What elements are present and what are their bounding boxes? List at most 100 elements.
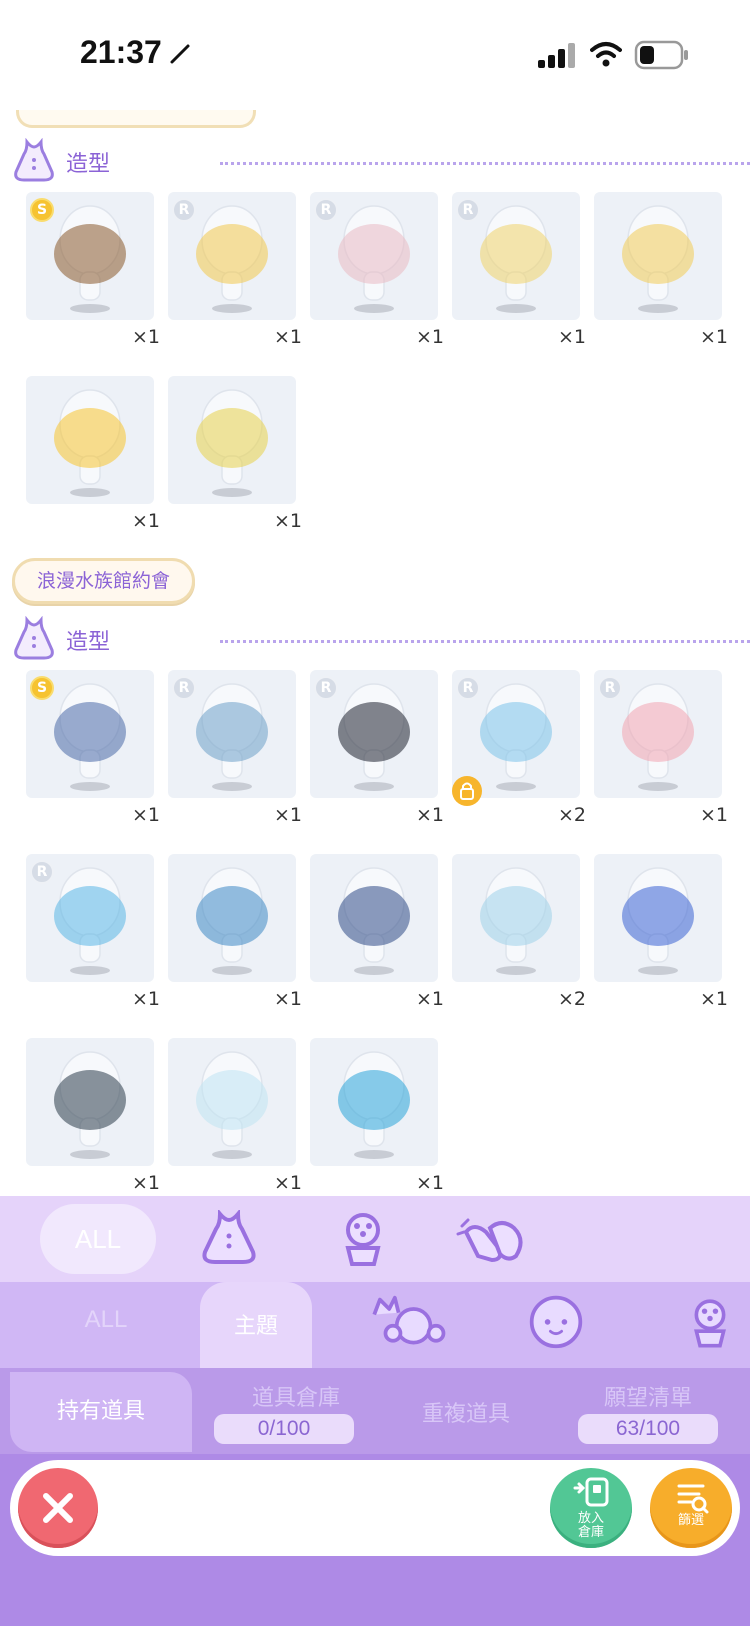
- hair-icon[interactable]: [366, 1294, 448, 1352]
- rarity-badge: R: [30, 860, 54, 884]
- item-count: ×1: [131, 988, 160, 1010]
- item-card-blue-boots[interactable]: ×1: [594, 854, 728, 1014]
- filter-list-icon: [677, 1484, 709, 1514]
- item-thumbnail: [26, 1038, 154, 1166]
- theme-tag: 浪漫水族館約會: [12, 558, 196, 604]
- item-card-blue-gradient-hair[interactable]: S ×1: [26, 670, 160, 830]
- item-count: ×1: [273, 804, 302, 826]
- item-card-penguin-group[interactable]: ×1: [26, 1038, 160, 1196]
- item-count: ×1: [415, 326, 444, 348]
- category-all-button[interactable]: ALL: [40, 1204, 156, 1274]
- sub-category-row: ALL: [0, 1282, 750, 1368]
- dress-icon: [14, 138, 54, 182]
- store-button-label-1: 放入: [577, 1511, 604, 1526]
- item-card-yellow-bird[interactable]: ×1: [26, 376, 160, 536]
- item-card-flower-vine-crown[interactable]: ×1: [168, 376, 302, 536]
- hands-icon[interactable]: [456, 1210, 532, 1268]
- item-count: ×1: [415, 1172, 444, 1194]
- tab-theme[interactable]: 主題: [200, 1308, 312, 1340]
- item-card-seal-hat[interactable]: ×1: [168, 1038, 302, 1196]
- face-icon[interactable]: [520, 1292, 592, 1350]
- section-title: 造型: [66, 152, 111, 177]
- dotted-divider: [220, 162, 750, 165]
- item-shadow: [212, 966, 252, 975]
- potted-flower-icon[interactable]: [680, 1294, 740, 1352]
- section-title: 造型: [66, 630, 111, 655]
- item-thumbnail: [310, 1038, 438, 1166]
- item-count: ×1: [273, 1172, 302, 1194]
- item-thumbnail: [310, 854, 438, 982]
- rarity-badge: S: [30, 198, 54, 222]
- bottom-panel: ALL ALL 主題 持有道具 道具倉庫 0/100 重複道具 願望清單 63/…: [0, 1196, 750, 1626]
- item-card-heart-earrings[interactable]: R ×1: [452, 192, 586, 352]
- item-card-blush-face[interactable]: R ×1: [310, 192, 444, 352]
- item-shadow: [496, 304, 536, 313]
- filter-button[interactable]: 篩選: [650, 1468, 732, 1548]
- item-card-brown-wavy-hair[interactable]: S ×1: [26, 192, 160, 352]
- store-in-warehouse-button[interactable]: 放入 倉庫: [550, 1468, 632, 1548]
- item-card-shell-earrings[interactable]: ×2: [452, 854, 586, 1014]
- item-thumbnail: [594, 192, 722, 320]
- item-shadow: [354, 966, 394, 975]
- dress-icon[interactable]: [196, 1210, 262, 1268]
- item-card-orca-outfit[interactable]: ×1: [310, 854, 444, 1014]
- rarity-badge: R: [172, 676, 196, 700]
- mannequin-figure: [54, 1051, 126, 1147]
- mannequin-figure: [54, 389, 126, 485]
- item-shadow: [70, 1150, 110, 1159]
- item-card-orca-plush[interactable]: R ×1: [310, 670, 444, 830]
- tab-warehouse[interactable]: 道具倉庫: [226, 1380, 366, 1412]
- item-shadow: [70, 304, 110, 313]
- wishlist-count: 63/100: [578, 1414, 718, 1444]
- warehouse-count: 0/100: [214, 1414, 354, 1444]
- item-card-blonde-bow-pigtails[interactable]: R ×1: [168, 192, 302, 352]
- rarity-badge: R: [456, 198, 480, 222]
- item-count: ×1: [131, 804, 160, 826]
- item-count: ×1: [273, 510, 302, 532]
- item-count: ×1: [131, 1172, 160, 1194]
- close-icon: [43, 1493, 73, 1523]
- item-shadow: [70, 966, 110, 975]
- item-thumbnail: [452, 854, 580, 982]
- mannequin-figure: [338, 867, 410, 963]
- item-shadow: [70, 782, 110, 791]
- tab-owned-items[interactable]: 持有道具: [10, 1372, 192, 1452]
- pencil-icon: [170, 44, 190, 64]
- item-shadow: [212, 1150, 252, 1159]
- item-shadow: [496, 782, 536, 791]
- close-button[interactable]: [18, 1468, 98, 1548]
- item-card-blue-lace-dress[interactable]: R ×2: [452, 670, 586, 830]
- dress-icon: [14, 616, 54, 660]
- item-thumbnail: [168, 1038, 296, 1166]
- mannequin-figure: [480, 867, 552, 963]
- item-shadow: [496, 966, 536, 975]
- item-count: ×1: [131, 326, 160, 348]
- item-shadow: [638, 782, 678, 791]
- item-thumbnail: [594, 854, 722, 982]
- item-shadow: [638, 304, 678, 313]
- item-list[interactable]: 造型 浪漫水族館約會 造型 S ×1 R ×1 R ×1 R ×1 ×1 ×1 ×1 S ×1 R ×1 R ×…: [0, 0, 750, 1196]
- item-card-yellow-shoes-socks[interactable]: ×1: [594, 192, 728, 352]
- category-row: ALL: [0, 1196, 750, 1282]
- battery-icon: [634, 40, 688, 70]
- item-card-water-ripple[interactable]: ×1: [310, 1038, 444, 1196]
- item-shadow: [212, 782, 252, 791]
- item-card-blue-eyes[interactable]: R ×1: [168, 670, 302, 830]
- wifi-icon: [590, 42, 622, 67]
- rarity-badge: R: [598, 676, 622, 700]
- item-card-blue-scarf[interactable]: ×1: [168, 854, 302, 1014]
- item-shadow: [70, 488, 110, 497]
- potted-flower-icon[interactable]: [330, 1210, 396, 1268]
- tab-wishlist[interactable]: 願望清單: [578, 1380, 718, 1412]
- mannequin-figure: [338, 1051, 410, 1147]
- item-count: ×1: [699, 326, 728, 348]
- item-count: ×2: [557, 988, 586, 1010]
- tab-duplicates[interactable]: 重複道具: [396, 1396, 536, 1428]
- box-arrow-icon: [573, 1477, 609, 1507]
- item-thumbnail: [168, 854, 296, 982]
- item-card-pink-blush[interactable]: R ×1: [594, 670, 728, 830]
- item-card-blue-ruffle-skirt[interactable]: R ×1: [26, 854, 160, 1014]
- sub-all-tab[interactable]: ALL: [70, 1306, 142, 1334]
- item-shadow: [354, 782, 394, 791]
- rarity-badge: R: [172, 198, 196, 222]
